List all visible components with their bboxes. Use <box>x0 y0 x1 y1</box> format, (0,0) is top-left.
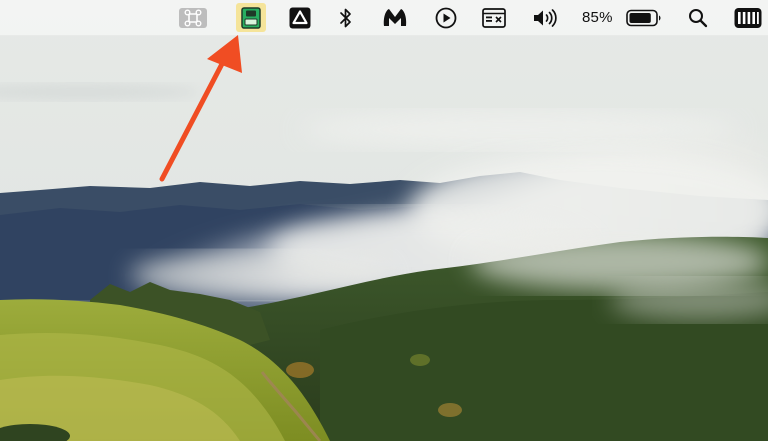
bluetooth-icon[interactable] <box>334 3 358 32</box>
desktop-wallpaper <box>0 0 768 441</box>
play-circle-icon[interactable] <box>433 3 459 32</box>
control-strip-icon[interactable] <box>733 3 763 32</box>
spotlight-search-icon[interactable] <box>686 3 710 32</box>
command-key-icon[interactable] <box>178 3 208 32</box>
google-drive-icon[interactable] <box>285 3 315 32</box>
battery-percent-label[interactable]: 85% <box>582 0 613 35</box>
app-status-icon[interactable] <box>236 3 266 32</box>
volume-icon[interactable] <box>531 3 561 32</box>
malwarebytes-icon[interactable] <box>380 3 410 32</box>
battery-icon[interactable] <box>624 3 664 32</box>
keyboard-input-icon[interactable] <box>481 3 507 32</box>
menu-bar: 85% <box>0 0 768 36</box>
